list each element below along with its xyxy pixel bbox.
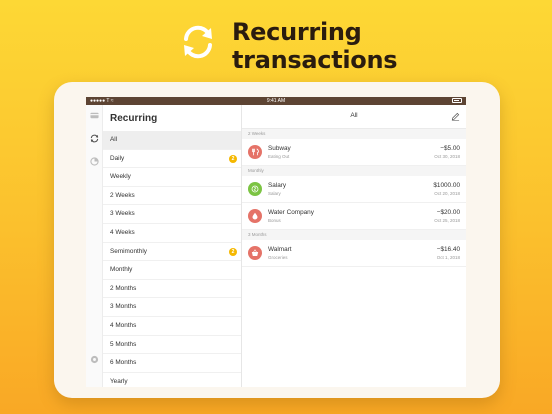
sidebar-item-4-weeks[interactable]: 4 Weeks <box>103 224 241 243</box>
transactions-pane: All 2 Weeks Subway Eating Out −$5.00 Oct 30,… <box>242 105 466 387</box>
hero-title-line2: transactions <box>232 46 398 74</box>
transaction-category: Salary <box>268 191 281 196</box>
sidebar-item-3-weeks[interactable]: 3 Weeks <box>103 205 241 224</box>
sidebar-item-weekly[interactable]: Weekly <box>103 168 241 187</box>
hero-title: Recurring transactions <box>232 18 398 74</box>
pie-chart-icon[interactable] <box>90 157 99 166</box>
section-header: 3 Months <box>242 230 466 240</box>
sidebar-item-3-months[interactable]: 3 Months <box>103 298 241 317</box>
sidebar-item-label: Monthly <box>110 266 133 274</box>
transaction-category: Bonus <box>268 218 281 223</box>
transaction-category: Groceries <box>268 255 288 260</box>
sidebar-item-semimonthly[interactable]: Semimonthly 2 <box>103 243 241 262</box>
category-badge <box>248 182 262 196</box>
sidebar-item-daily[interactable]: Daily 2 <box>103 150 241 169</box>
sidebar-item-2-months[interactable]: 2 Months <box>103 280 241 299</box>
sidebar-item-label: Daily <box>110 154 125 162</box>
transaction-amount: $1000.00 <box>433 182 460 189</box>
nav-rail <box>86 105 103 387</box>
sidebar-item-2-weeks[interactable]: 2 Weeks <box>103 187 241 206</box>
battery-icon <box>452 98 462 103</box>
transaction-sections: 2 Weeks Subway Eating Out −$5.00 Oct 30, 201… <box>242 129 466 267</box>
category-badge <box>248 246 262 260</box>
frequency-list: All Daily 2 Weekly 2 Weeks 3 Weeks 4 Weeks Semi… <box>103 131 241 387</box>
transaction-row[interactable]: Subway Eating Out −$5.00 Oct 30, 2018 <box>242 139 466 166</box>
main-header: All <box>242 105 466 129</box>
utensils-icon <box>252 148 259 156</box>
hero-banner: Recurring transactions <box>0 14 552 74</box>
transaction-row[interactable]: Salary Salary $1000.00 Oct 20, 2018 <box>242 176 466 203</box>
sidebar-item-yearly[interactable]: Yearly <box>103 373 241 387</box>
sidebar-item-5-months[interactable]: 5 Months <box>103 336 241 355</box>
transaction-name: Salary <box>268 182 287 189</box>
app-screen: ●●●●● T ≈ 9:41 AM Recurring All Daily 2 Wee… <box>86 97 466 387</box>
transaction-row[interactable]: Walmart Groceries −$16.40 Oct 1, 2018 <box>242 240 466 267</box>
transaction-date: Oct 20, 2018 <box>434 191 460 196</box>
sidebar-item-4-months[interactable]: 4 Months <box>103 317 241 336</box>
sidebar-item-monthly[interactable]: Monthly <box>103 261 241 280</box>
sidebar-item-label: 6 Months <box>110 359 137 367</box>
status-bar: ●●●●● T ≈ 9:41 AM <box>86 97 466 105</box>
recurring-icon[interactable] <box>90 134 99 143</box>
card-icon[interactable] <box>90 111 99 120</box>
main-title: All <box>350 112 358 119</box>
transaction-date: Oct 1, 2018 <box>436 255 460 260</box>
transaction-date: Oct 30, 2018 <box>434 154 460 159</box>
settings-icon[interactable] <box>90 355 99 364</box>
sidebar-item-label: 4 Months <box>110 321 137 329</box>
sidebar-item-label: Weekly <box>110 173 131 181</box>
sidebar-item-label: All <box>110 136 118 143</box>
basket-icon <box>251 249 259 256</box>
sidebar-item-label: 4 Weeks <box>110 228 135 236</box>
frequency-sidebar: Recurring All Daily 2 Weekly 2 Weeks 3 Weeks 4… <box>103 105 242 387</box>
transaction-name: Walmart <box>268 246 292 253</box>
category-badge <box>248 209 262 223</box>
transaction-amount: −$16.40 <box>436 246 460 253</box>
sidebar-title: Recurring <box>110 113 158 124</box>
transaction-row[interactable]: Water Company Bonus −$20.00 Oct 25, 2018 <box>242 203 466 230</box>
transaction-name: Subway <box>268 145 291 152</box>
refresh-icon <box>184 25 212 59</box>
transaction-amount: −$20.00 <box>436 209 460 216</box>
transaction-date: Oct 25, 2018 <box>434 218 460 223</box>
count-badge: 2 <box>229 247 237 256</box>
sidebar-item-6-months[interactable]: 6 Months <box>103 354 241 373</box>
transaction-amount: −$5.00 <box>440 145 460 152</box>
sidebar-item-label: Semimonthly <box>110 247 147 255</box>
sidebar-item-all[interactable]: All <box>103 131 241 150</box>
sidebar-item-label: 2 Weeks <box>110 191 135 199</box>
section-header: 2 Weeks <box>242 129 466 139</box>
sidebar-item-label: 3 Months <box>110 303 137 311</box>
sidebar-item-label: 2 Months <box>110 284 137 292</box>
section-header: Monthly <box>242 166 466 176</box>
transaction-name: Water Company <box>268 209 314 216</box>
money-icon <box>251 185 259 193</box>
edit-icon[interactable] <box>451 112 460 121</box>
status-time: 9:41 AM <box>266 98 286 104</box>
count-badge: 2 <box>229 154 237 163</box>
hero-title-line1: Recurring <box>232 18 362 46</box>
category-badge <box>248 145 262 159</box>
sidebar-item-label: Yearly <box>110 377 128 385</box>
droplet-icon <box>252 212 258 220</box>
sidebar-item-label: 3 Weeks <box>110 210 135 218</box>
transaction-category: Eating Out <box>268 154 290 159</box>
sidebar-item-label: 5 Months <box>110 340 137 348</box>
